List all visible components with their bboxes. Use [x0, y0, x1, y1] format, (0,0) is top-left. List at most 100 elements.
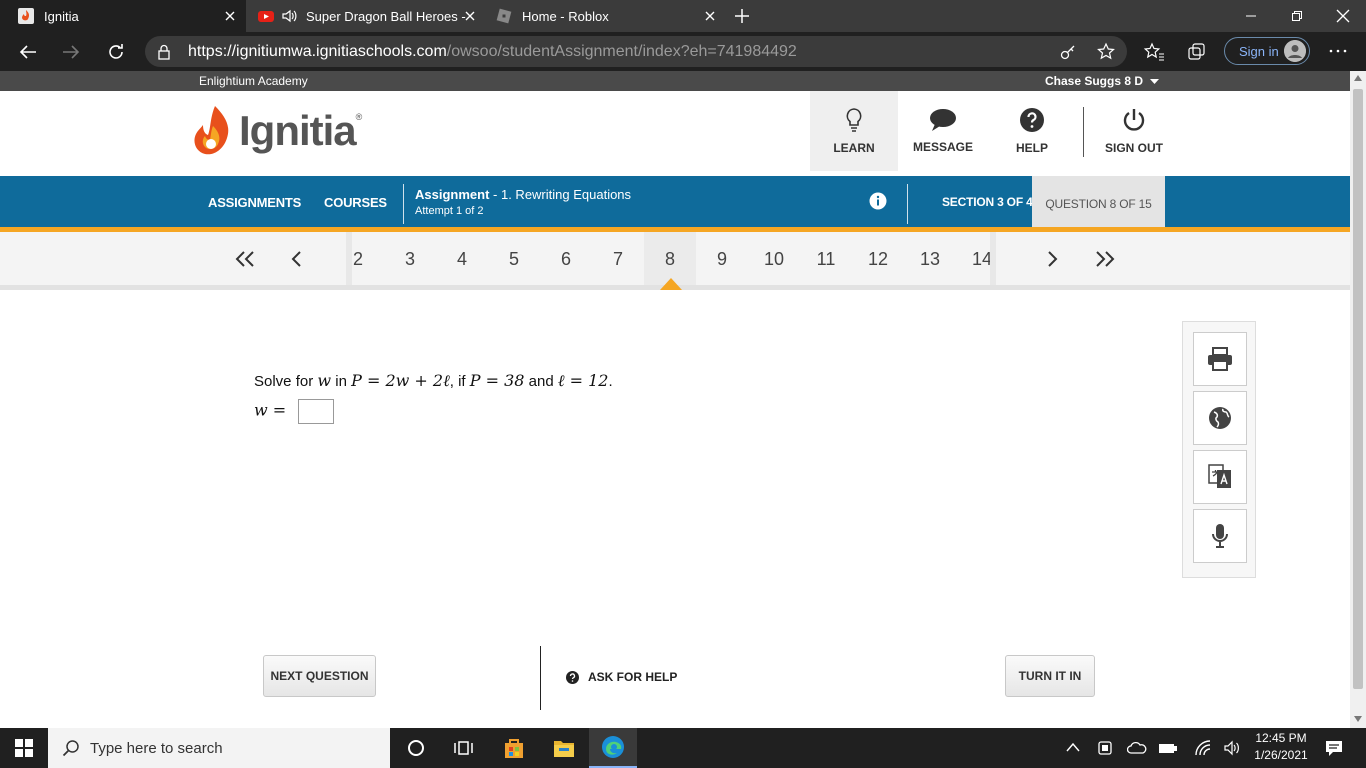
section-label: SECTION 3 OF 4	[942, 195, 1033, 209]
ask-for-help-button[interactable]: ASK FOR HELP	[566, 670, 677, 684]
favorites-icon[interactable]	[1143, 42, 1165, 62]
scroll-up-icon[interactable]	[1354, 75, 1362, 81]
question-number-14[interactable]: 14	[956, 232, 1008, 286]
task-view-button[interactable]	[440, 728, 488, 768]
previous-question-icon[interactable]	[290, 250, 304, 268]
question-number-6[interactable]: 6	[540, 232, 592, 286]
ignitia-favicon-icon	[18, 8, 34, 24]
back-arrow-icon[interactable]	[16, 40, 40, 64]
question-number-5[interactable]: 5	[488, 232, 540, 286]
question-number-label: 9	[716, 248, 727, 269]
next-question-icon[interactable]	[1045, 250, 1059, 268]
more-options-icon[interactable]	[1328, 44, 1348, 58]
close-icon[interactable]	[222, 8, 238, 24]
question-number-10[interactable]: 10	[748, 232, 800, 286]
answer-label: w =	[254, 400, 287, 420]
turn-it-in-button[interactable]: TURN IT IN	[1005, 655, 1095, 697]
taskbar-search[interactable]: Type here to search	[48, 728, 390, 768]
courses-link[interactable]: COURSES	[324, 176, 387, 228]
new-tab-icon[interactable]	[732, 6, 752, 26]
tab-dragon-ball[interactable]: Super Dragon Ball Heroes -	[246, 0, 486, 32]
question-number-3[interactable]: 3	[384, 232, 436, 286]
tab-roblox[interactable]: Home - Roblox	[486, 0, 726, 32]
printer-icon	[1208, 347, 1232, 371]
next-question-button[interactable]: NEXT QUESTION	[263, 655, 376, 697]
page-scrollbar[interactable]	[1350, 71, 1366, 728]
question-number-2[interactable]: 2	[332, 232, 384, 286]
question-number-11[interactable]: 11	[800, 232, 852, 286]
translate-icon	[1208, 464, 1231, 488]
courses-label: COURSES	[324, 194, 387, 210]
taskbar-clock[interactable]: 12:45 PM 1/26/2021	[1248, 730, 1314, 764]
info-icon[interactable]	[869, 192, 887, 210]
message-label: MESSAGE	[912, 140, 973, 154]
battery-icon[interactable]	[1158, 740, 1178, 756]
question-number-12[interactable]: 12	[852, 232, 904, 286]
speaker-icon[interactable]	[280, 7, 298, 25]
next-question-label: NEXT QUESTION	[270, 669, 369, 683]
forward-arrow-icon[interactable]	[59, 40, 83, 64]
nav-divider	[907, 184, 908, 224]
help-button[interactable]: HELP	[988, 91, 1076, 171]
question-number-9[interactable]: 9	[696, 232, 748, 286]
message-button[interactable]: MESSAGE	[898, 91, 988, 171]
youtube-icon	[258, 11, 274, 22]
translate-button[interactable]	[1193, 450, 1247, 504]
minimize-button[interactable]	[1228, 0, 1274, 32]
assignments-label: ASSIGNMENTS	[208, 194, 302, 210]
restore-icon	[1292, 11, 1302, 21]
onedrive-icon[interactable]	[1127, 741, 1147, 755]
url-host: https://ignitiumwa.ignitiaschools.com	[188, 42, 447, 60]
url-field[interactable]: https://ignitiumwa.ignitiaschools.com/ow…	[145, 36, 1127, 67]
sign-out-label: SIGN OUT	[1104, 141, 1163, 155]
refresh-icon[interactable]	[104, 40, 128, 64]
assignment-nav-bar: ASSIGNMENTS COURSES Assignment - 1. Rewr…	[0, 176, 1350, 232]
file-explorer-button[interactable]	[540, 728, 588, 768]
sign-in-button[interactable]: Sign in	[1224, 37, 1310, 65]
answer-input[interactable]	[298, 399, 335, 424]
chevron-up-icon[interactable]	[1066, 742, 1080, 752]
scrollbar-thumb[interactable]	[1353, 89, 1363, 689]
header-divider	[1083, 107, 1084, 157]
wifi-icon[interactable]	[1194, 739, 1212, 757]
question-number-7[interactable]: 7	[592, 232, 644, 286]
scroll-down-icon[interactable]	[1354, 716, 1362, 722]
task-view-icon	[454, 741, 473, 755]
sign-out-button[interactable]: SIGN OUT	[1092, 91, 1176, 171]
globe-button[interactable]	[1193, 391, 1247, 445]
first-question-icon[interactable]	[234, 250, 256, 268]
question-number-label: 4	[456, 248, 467, 269]
tab-ignitia[interactable]: Ignitia	[0, 0, 246, 32]
clock-time: 12:45 PM	[1255, 731, 1307, 745]
edge-button[interactable]	[589, 728, 637, 768]
top-strip: Enlightium Academy Chase Suggs 8 D	[0, 71, 1350, 91]
question-prefix: Solve for	[254, 373, 314, 390]
collections-icon[interactable]	[1187, 42, 1207, 62]
assignments-link[interactable]: ASSIGNMENTS	[208, 176, 301, 228]
start-button[interactable]	[0, 728, 48, 768]
restore-button[interactable]	[1274, 0, 1320, 32]
question-number-label: 6	[560, 248, 571, 269]
question-number-13[interactable]: 13	[904, 232, 956, 286]
print-button[interactable]	[1193, 332, 1247, 386]
close-icon[interactable]	[702, 8, 718, 24]
notifications-icon[interactable]	[1325, 739, 1343, 757]
user-name: Chase Suggs 8 D	[1045, 74, 1144, 88]
question-indicator: QUESTION 8 OF 15	[1032, 176, 1165, 232]
last-question-icon[interactable]	[1094, 250, 1116, 268]
cortana-button[interactable]	[392, 728, 440, 768]
microphone-button[interactable]	[1193, 509, 1247, 563]
volume-icon[interactable]	[1223, 739, 1241, 757]
close-window-button[interactable]	[1320, 0, 1366, 32]
learn-button[interactable]: LEARN	[810, 91, 898, 171]
ignitia-logo[interactable]: Ignitia ®	[193, 104, 362, 158]
speech-bubble-icon	[930, 109, 956, 131]
windows-logo-icon	[15, 739, 33, 757]
store-button[interactable]	[490, 728, 538, 768]
key-icon[interactable]	[1059, 43, 1077, 61]
device-icon[interactable]	[1097, 739, 1113, 757]
close-icon[interactable]	[462, 8, 478, 24]
add-favorite-icon[interactable]	[1096, 42, 1116, 62]
user-menu[interactable]: Chase Suggs 8 D	[1045, 74, 1160, 88]
question-number-4[interactable]: 4	[436, 232, 488, 286]
